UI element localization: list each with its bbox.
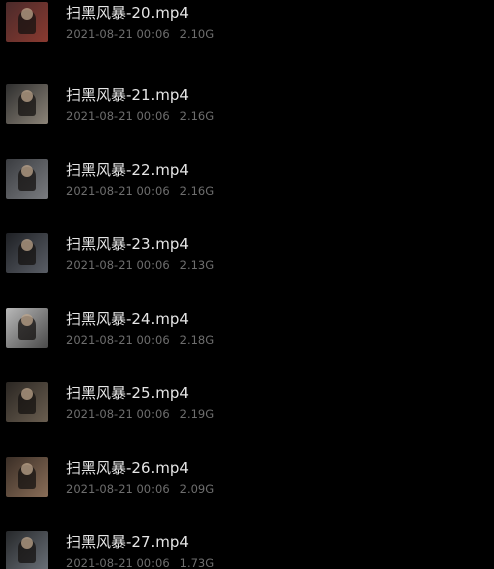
file-name: 扫黑风暴-23.mp4 <box>66 235 189 253</box>
file-meta: 2021-08-21 00:06 2.10G <box>66 27 214 41</box>
file-name: 扫黑风暴-24.mp4 <box>66 310 189 328</box>
file-name: 扫黑风暴-25.mp4 <box>66 384 189 402</box>
file-name: 扫黑风暴-20.mp4 <box>66 4 189 22</box>
file-row[interactable]: 扫黑风暴-21.mp4 2021-08-21 00:06 2.16G <box>0 78 494 138</box>
video-thumbnail-icon <box>6 382 48 422</box>
file-meta: 2021-08-21 00:06 1.73G <box>66 556 214 569</box>
file-name: 扫黑风暴-27.mp4 <box>66 533 189 551</box>
video-thumbnail-icon <box>6 233 48 273</box>
file-row[interactable]: 扫黑风暴-20.mp4 2021-08-21 00:06 2.10G <box>0 0 494 56</box>
file-row[interactable]: 扫黑风暴-24.mp4 2021-08-21 00:06 2.18G <box>0 302 494 362</box>
file-list: 扫黑风暴-20.mp4 2021-08-21 00:06 2.10G 扫黑风暴-2… <box>0 0 494 569</box>
file-meta: 2021-08-21 00:06 2.13G <box>66 258 214 272</box>
file-meta: 2021-08-21 00:06 2.19G <box>66 407 214 421</box>
video-thumbnail-icon <box>6 457 48 497</box>
video-thumbnail-icon <box>6 159 48 199</box>
file-name: 扫黑风暴-26.mp4 <box>66 459 189 477</box>
file-date: 2021-08-21 00:06 <box>66 27 170 41</box>
file-meta: 2021-08-21 00:06 2.18G <box>66 333 214 347</box>
file-name: 扫黑风暴-22.mp4 <box>66 161 189 179</box>
file-size: 2.18G <box>179 333 215 347</box>
file-row[interactable]: 扫黑风暴-22.mp4 2021-08-21 00:06 2.16G <box>0 153 494 213</box>
file-size: 2.16G <box>179 109 215 123</box>
file-meta: 2021-08-21 00:06 2.09G <box>66 482 214 496</box>
file-size: 2.10G <box>179 27 215 41</box>
file-date: 2021-08-21 00:06 <box>66 258 170 272</box>
file-date: 2021-08-21 00:06 <box>66 407 170 421</box>
video-thumbnail-icon <box>6 531 48 569</box>
file-row[interactable]: 扫黑风暴-23.mp4 2021-08-21 00:06 2.13G <box>0 227 494 287</box>
file-date: 2021-08-21 00:06 <box>66 184 170 198</box>
video-thumbnail-icon <box>6 308 48 348</box>
file-size: 1.73G <box>179 556 215 569</box>
file-row[interactable]: 扫黑风暴-25.mp4 2021-08-21 00:06 2.19G <box>0 376 494 436</box>
video-thumbnail-icon <box>6 2 48 42</box>
file-row[interactable]: 扫黑风暴-26.mp4 2021-08-21 00:06 2.09G <box>0 451 494 511</box>
file-size: 2.19G <box>179 407 215 421</box>
file-date: 2021-08-21 00:06 <box>66 556 170 569</box>
file-date: 2021-08-21 00:06 <box>66 333 170 347</box>
video-thumbnail-icon <box>6 84 48 124</box>
file-size: 2.13G <box>179 258 215 272</box>
file-meta: 2021-08-21 00:06 2.16G <box>66 109 214 123</box>
file-date: 2021-08-21 00:06 <box>66 109 170 123</box>
file-meta: 2021-08-21 00:06 2.16G <box>66 184 214 198</box>
file-date: 2021-08-21 00:06 <box>66 482 170 496</box>
file-size: 2.16G <box>179 184 215 198</box>
file-row[interactable]: 扫黑风暴-27.mp4 2021-08-21 00:06 1.73G <box>0 525 494 569</box>
file-name: 扫黑风暴-21.mp4 <box>66 86 189 104</box>
file-size: 2.09G <box>179 482 215 496</box>
